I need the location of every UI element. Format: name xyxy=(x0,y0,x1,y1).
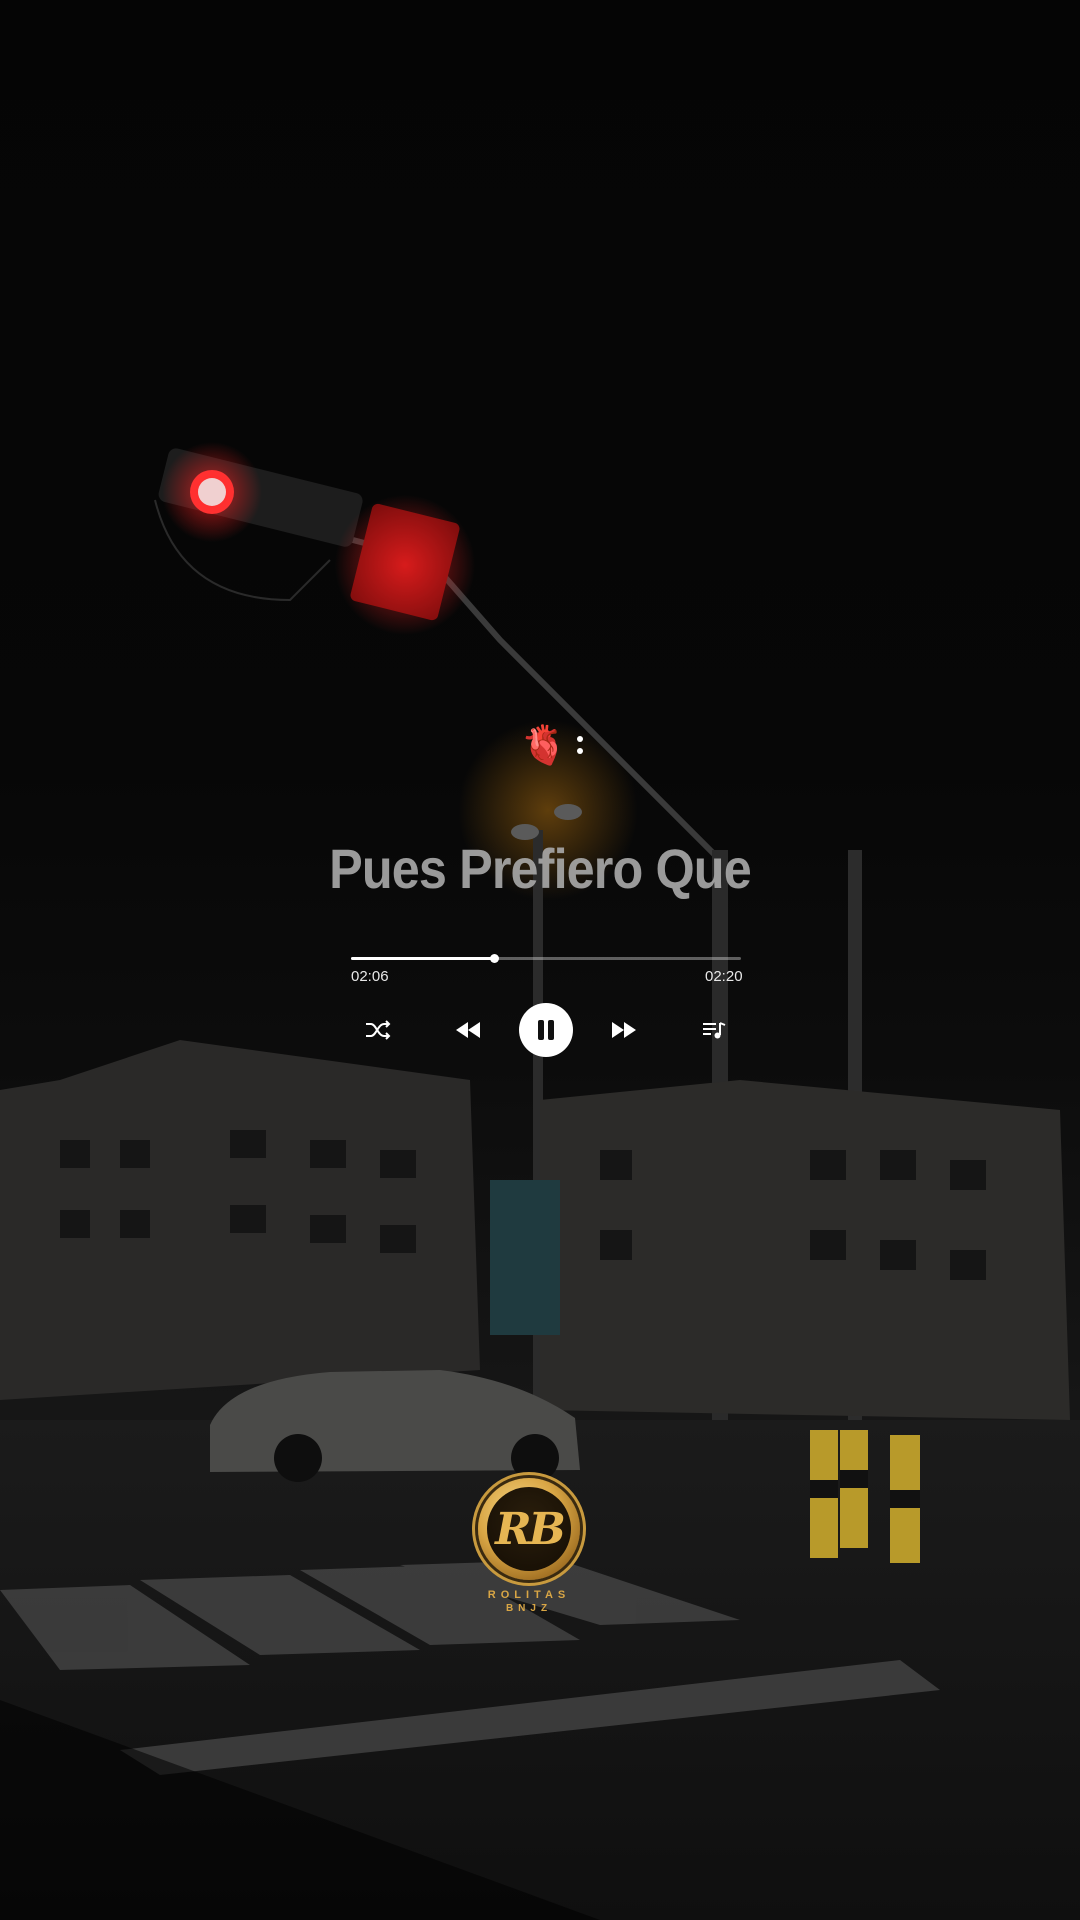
progress-fill xyxy=(351,957,494,960)
shuffle-icon xyxy=(366,1020,391,1040)
playlist-icon xyxy=(703,1022,726,1039)
next-button[interactable] xyxy=(597,1003,651,1057)
logo-line-1: ROLITAS xyxy=(487,1589,571,1601)
queue-button[interactable] xyxy=(687,1003,741,1057)
logo-line-2: BNJZ xyxy=(505,1603,553,1614)
rewind-icon xyxy=(456,1022,480,1038)
title-decoration: 🫀 xyxy=(520,720,584,770)
shuffle-button[interactable] xyxy=(351,1003,405,1057)
progress-knob[interactable] xyxy=(489,954,499,963)
player-overlay: 🫀 Pues Prefiero Que 02:06 02:20 RB ROLIT… xyxy=(0,0,1080,1920)
fast-forward-icon xyxy=(612,1022,636,1038)
logo-monogram: RB xyxy=(487,1487,571,1571)
total-time: 02:20 xyxy=(705,968,743,985)
more-options-icon[interactable] xyxy=(577,736,584,754)
playback-controls xyxy=(351,1003,741,1057)
song-title: Pues Prefiero Que xyxy=(329,837,752,900)
logo-badge: RB xyxy=(478,1478,580,1580)
channel-logo: RB ROLITAS BNJZ xyxy=(476,1478,582,1618)
anatomical-heart-icon: 🫀 xyxy=(520,723,568,767)
pause-icon xyxy=(538,1020,554,1040)
previous-button[interactable] xyxy=(441,1003,495,1057)
play-pause-button[interactable] xyxy=(519,1003,573,1057)
progress-bar[interactable] xyxy=(351,954,741,963)
current-time: 02:06 xyxy=(351,968,389,985)
